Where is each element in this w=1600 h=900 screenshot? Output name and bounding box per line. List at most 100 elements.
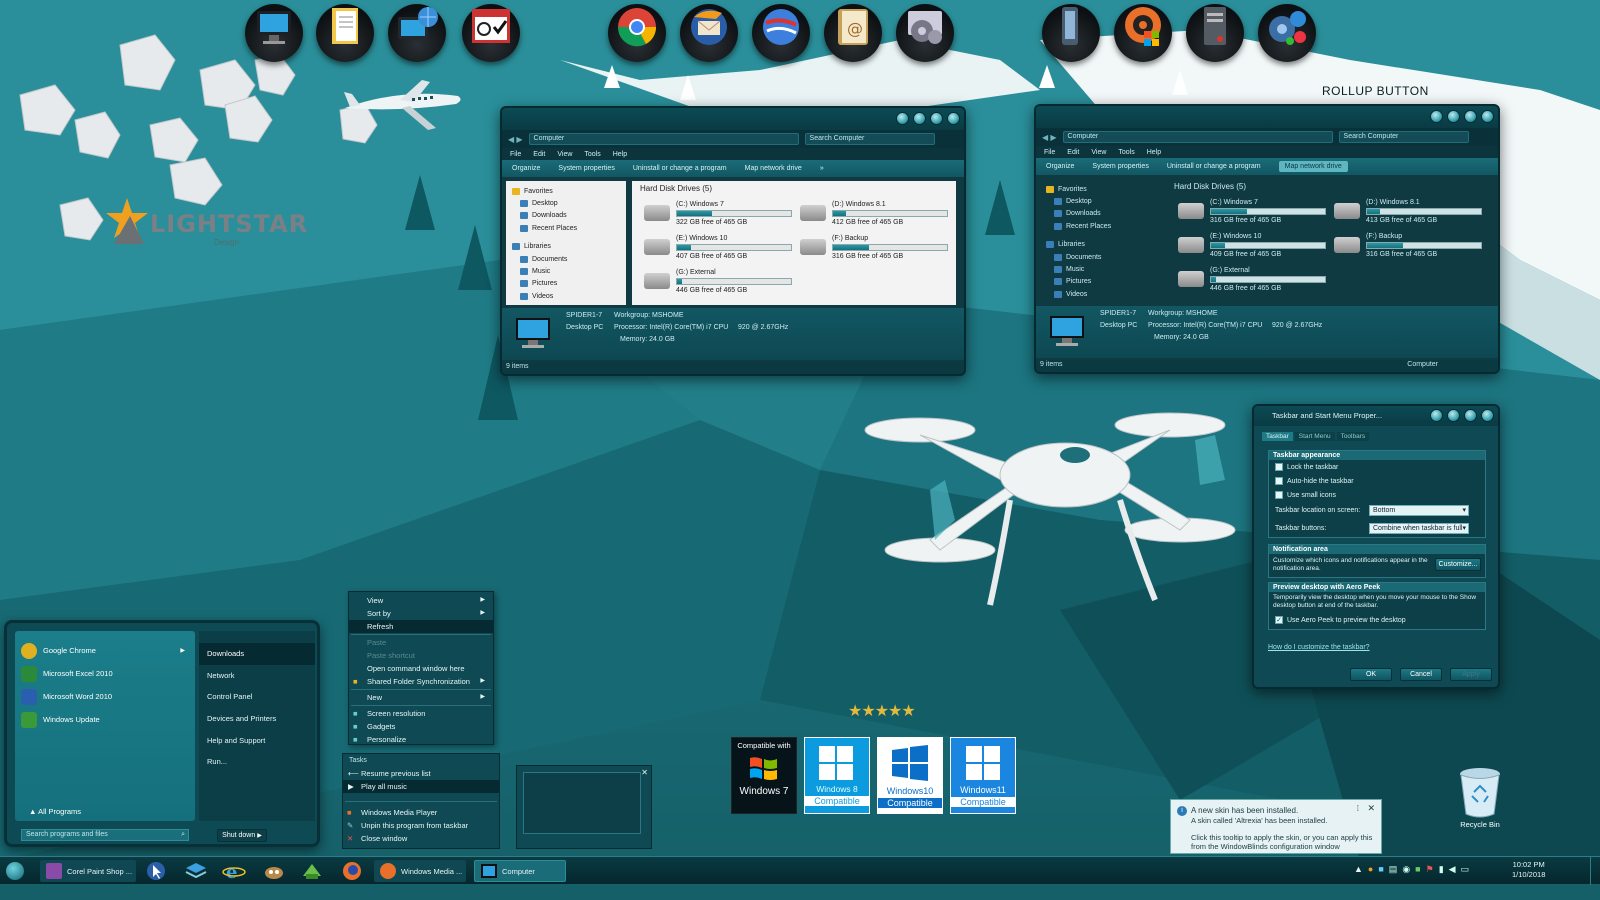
menu-shared-folder-sync[interactable]: ■ Shared Folder Synchronization ▶ (349, 675, 493, 688)
taskbar-properties-dialog[interactable]: Taskbar and Start Menu Proper... Taskbar… (1252, 404, 1500, 689)
maximize-button[interactable] (930, 112, 943, 125)
shutdown-button[interactable]: Shut down ▶ (217, 829, 267, 842)
system-properties-button[interactable]: System properties (1092, 163, 1148, 170)
nav-desktop[interactable]: Desktop (512, 197, 620, 209)
link-network[interactable]: Network (199, 665, 315, 687)
program-windows-update[interactable]: Windows Update (15, 708, 195, 731)
map-network-drive-button[interactable]: Map network drive (1278, 161, 1348, 172)
organize-button[interactable]: Organize (1046, 163, 1074, 170)
nav-pictures[interactable]: Pictures (1046, 276, 1154, 288)
all-programs[interactable]: ▲ All Programs (29, 807, 81, 816)
close-icon[interactable]: ✕ (1367, 803, 1375, 814)
rollup-button[interactable] (1430, 409, 1443, 422)
chat-tray-icon[interactable]: ◉ (1402, 864, 1410, 875)
show-desktop-button[interactable] (1590, 857, 1600, 885)
cancel-button[interactable]: Cancel (1400, 668, 1442, 681)
apply-button[interactable]: Apply (1450, 668, 1492, 681)
rollup-button[interactable] (1430, 110, 1443, 123)
dialog-title-bar[interactable]: Taskbar and Start Menu Proper... (1254, 406, 1498, 426)
tab-taskbar[interactable]: Taskbar (1262, 432, 1293, 441)
tab-toolbars[interactable]: Toolbars (1336, 432, 1370, 441)
taskbar-paintshop[interactable]: Corel Paint Shop ... (40, 860, 136, 882)
nav-desktop[interactable]: Desktop (1046, 195, 1154, 207)
tab-start-menu[interactable]: Start Menu (1294, 432, 1335, 441)
drive-d[interactable]: (D:) Windows 8.1 412 GB free of 465 GB (800, 201, 950, 231)
network-icon[interactable] (388, 4, 446, 62)
menu-screen-resolution[interactable]: ■ Screen resolution (349, 707, 493, 720)
system-properties-button[interactable]: System properties (558, 165, 614, 172)
nav-music[interactable]: Music (1046, 263, 1154, 275)
server-icon[interactable] (1186, 4, 1244, 62)
flag-tray-icon[interactable]: ⚑ (1426, 864, 1434, 875)
clock[interactable]: 10:02 PM 1/10/2018 (1512, 860, 1545, 880)
earth-icon[interactable] (752, 4, 810, 62)
menu-open-command-window[interactable]: Open command window here (349, 662, 493, 675)
nav-music[interactable]: Music (512, 265, 620, 277)
recycle-bin[interactable]: Recycle Bin (1450, 766, 1510, 838)
menu-new[interactable]: New ▶ (349, 691, 493, 704)
drive-c[interactable]: (C:) Windows 7 316 GB free of 465 GB (1178, 199, 1328, 229)
menu-help[interactable]: Help (613, 151, 627, 158)
checklist-icon[interactable] (462, 4, 520, 62)
layers-app-icon[interactable] (184, 860, 208, 882)
explorer-window-1[interactable]: ◀ ▶ Computer Search Computer File Edit V… (500, 106, 966, 376)
close-icon[interactable]: ✕ (641, 768, 648, 777)
jump-unpin[interactable]: ✎ Unpin this program from taskbar (343, 819, 499, 832)
organize-button[interactable]: Organize (512, 165, 540, 172)
start-button[interactable] (6, 862, 24, 880)
window-thumbnail-preview[interactable]: ✕ (516, 765, 652, 849)
menu-gadgets[interactable]: ■ Gadgets (349, 720, 493, 733)
menu-paste[interactable]: Paste (349, 636, 493, 649)
taskbar-computer[interactable]: Computer (474, 860, 566, 882)
start-menu[interactable]: Google Chrome ▶ Microsoft Excel 2010 Micr… (4, 620, 320, 847)
nav-pictures[interactable]: Pictures (512, 278, 620, 290)
maximize-button[interactable] (1464, 110, 1477, 123)
uninstall-button[interactable]: Uninstall or change a program (633, 165, 727, 172)
display-tray-icon[interactable]: ▭ (1461, 864, 1470, 875)
minimize-button[interactable] (1447, 110, 1460, 123)
back-icon[interactable]: ◀ ▶ (508, 135, 523, 144)
nav-documents[interactable]: Documents (512, 253, 620, 265)
nav-libraries[interactable]: Libraries (1046, 239, 1154, 251)
network-tray-icon[interactable]: ▤ (1389, 864, 1398, 875)
rollup-button[interactable] (896, 112, 909, 125)
nav-favorites[interactable]: Favorites (1046, 183, 1154, 195)
drive-g[interactable]: (G:) External 446 GB free of 465 GB (644, 269, 794, 299)
drive-f[interactable]: (F:) Backup 316 GB free of 465 GB (1334, 233, 1484, 263)
program-chrome[interactable]: Google Chrome ▶ (15, 639, 195, 662)
nav-libraries[interactable]: Libraries (512, 241, 620, 253)
maximize-button[interactable] (1464, 409, 1477, 422)
minimize-button[interactable] (1447, 409, 1460, 422)
menu-tools[interactable]: Tools (584, 151, 600, 158)
nav-favorites[interactable]: Favorites (512, 185, 620, 197)
menu-tools[interactable]: Tools (1118, 149, 1134, 156)
menu-file[interactable]: File (510, 151, 521, 158)
explorer-window-2[interactable]: ◀ ▶ Computer Search Computer File Edit V… (1034, 104, 1500, 374)
menu-refresh[interactable]: Refresh (349, 620, 493, 633)
program-word[interactable]: Microsoft Word 2010 (15, 685, 195, 708)
title-bar[interactable] (502, 108, 964, 130)
search-box[interactable]: Search Computer (804, 133, 935, 145)
minimize-button[interactable] (913, 112, 926, 125)
nav-downloads[interactable]: Downloads (512, 210, 620, 222)
gimp-icon[interactable] (262, 860, 286, 882)
address-book-icon[interactable]: @ (824, 4, 882, 62)
help-link[interactable]: How do I customize the taskbar? (1268, 644, 1370, 651)
security-tray-icon[interactable]: ■ (1415, 864, 1420, 875)
menu-personalize[interactable]: ■ Personalize (349, 733, 493, 746)
buttons-select[interactable]: Combine when taskbar is full ▾ (1369, 523, 1469, 534)
nav-recent-places[interactable]: Recent Places (512, 222, 620, 234)
desktop-context-menu[interactable]: View ▶ Sort by ▶ Refresh Paste Paste short… (348, 591, 494, 745)
internet-explorer-icon[interactable]: e (222, 860, 246, 883)
menu-file[interactable]: File (1044, 149, 1055, 156)
show-hidden-icons[interactable]: ▲ (1354, 864, 1363, 875)
menu-edit[interactable]: Edit (533, 151, 545, 158)
program-excel[interactable]: Microsoft Excel 2010 (15, 662, 195, 685)
link-run[interactable]: Run... (199, 751, 315, 773)
menu-sort-by[interactable]: Sort by ▶ (349, 607, 493, 620)
menu-paste-shortcut[interactable]: Paste shortcut (349, 649, 493, 662)
bluetooth-tray-icon[interactable]: ■ (1378, 864, 1383, 875)
nav-videos[interactable]: Videos (512, 290, 620, 302)
back-icon[interactable]: ◀ ▶ (1042, 133, 1057, 142)
firefox-icon[interactable] (340, 860, 364, 882)
